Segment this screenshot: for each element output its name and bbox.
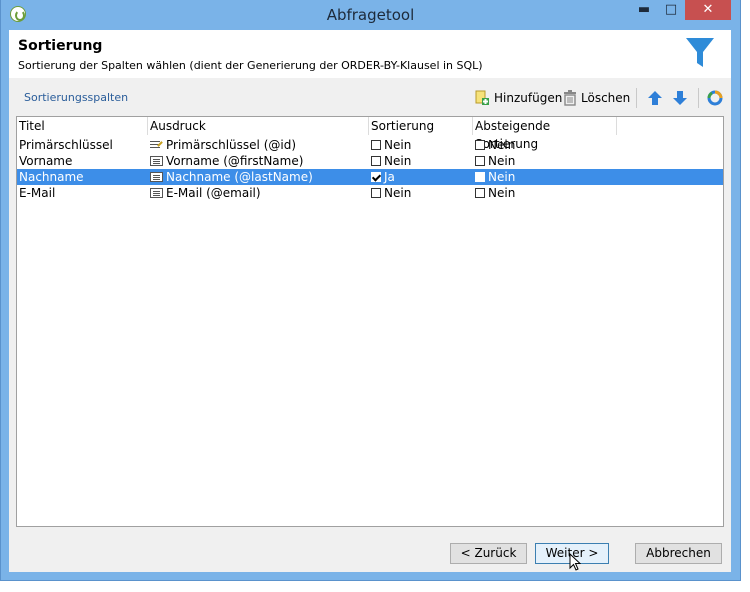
section-label: Sortierungsspalten: [24, 91, 129, 104]
add-button[interactable]: Hinzufügen: [474, 87, 562, 109]
sort-checkbox[interactable]: [371, 156, 381, 166]
close-button[interactable]: ✕: [685, 0, 731, 20]
dialog-content: Sortierung Sortierung der Spalten wählen…: [9, 30, 731, 572]
column-header-title[interactable]: Titel: [17, 117, 148, 135]
add-icon: [475, 90, 489, 105]
descending-value: Nein: [488, 170, 516, 184]
descending-checkbox[interactable]: [475, 140, 485, 150]
move-up-button[interactable]: [646, 87, 664, 109]
descending-checkbox[interactable]: [475, 188, 485, 198]
trash-icon: [564, 90, 576, 106]
column-header-descending[interactable]: Absteigende Sortierung: [473, 117, 617, 151]
row-title: Primärschlüssel: [19, 138, 113, 152]
sort-checkbox[interactable]: [371, 188, 381, 198]
row-title: E-Mail: [19, 186, 56, 200]
configure-icon: [707, 90, 723, 106]
delete-button[interactable]: Löschen: [563, 87, 630, 109]
sort-value: Nein: [384, 186, 412, 200]
row-expression: E-Mail (@email): [166, 186, 261, 200]
table-row[interactable]: Vorname Vorname (@firstName) Nein Nein: [17, 153, 723, 169]
title-bar[interactable]: Abfragetool ▬ □ ✕: [1, 0, 740, 30]
table-row[interactable]: Nachname Nachname (@lastName) Ja Nein: [17, 169, 723, 185]
add-label: Hinzufügen: [494, 91, 563, 105]
field-icon: [150, 156, 163, 166]
configure-button[interactable]: [706, 87, 724, 109]
primary-key-icon: [150, 140, 163, 151]
row-title: Nachname: [19, 170, 84, 184]
sort-value: Nein: [384, 138, 412, 152]
move-down-button[interactable]: [671, 87, 689, 109]
descending-value: Nein: [488, 154, 516, 168]
sort-value: Ja: [384, 170, 395, 184]
arrow-down-icon: [673, 91, 687, 105]
row-expression: Vorname (@firstName): [166, 154, 304, 168]
column-header-expression[interactable]: Ausdruck: [148, 117, 369, 135]
descending-checkbox[interactable]: [475, 172, 485, 182]
mouse-cursor-icon: [569, 553, 581, 571]
dialog-window: Abfragetool ▬ □ ✕ Sortierung Sortierung …: [1, 0, 740, 580]
funnel-icon: [686, 38, 714, 67]
column-header-sort[interactable]: Sortierung: [369, 117, 473, 135]
sort-value: Nein: [384, 154, 412, 168]
sort-checkbox[interactable]: [371, 172, 381, 182]
descending-value: Nein: [488, 186, 516, 200]
toolbar-separator: [698, 88, 699, 108]
window-title: Abfragetool: [326, 6, 415, 24]
cancel-button[interactable]: Abbrechen: [635, 543, 722, 564]
field-icon: [150, 172, 163, 182]
table-row[interactable]: E-Mail E-Mail (@email) Nein Nein: [17, 185, 723, 201]
page-title: Sortierung: [18, 38, 103, 54]
sort-columns-grid[interactable]: Titel Ausdruck Sortierung Absteigende So…: [16, 116, 724, 527]
minimize-button[interactable]: ▬: [631, 0, 657, 20]
sort-checkbox[interactable]: [371, 140, 381, 150]
table-row[interactable]: Primärschlüssel Primärschlüssel (@id) Ne…: [17, 137, 723, 153]
page-subtitle: Sortierung der Spalten wählen (dient der…: [18, 59, 483, 72]
sort-columns-toolbar: Sortierungsspalten Hinzufügen Löschen: [16, 84, 724, 112]
delete-label: Löschen: [581, 91, 631, 105]
maximize-button[interactable]: □: [658, 0, 684, 20]
row-title: Vorname: [19, 154, 73, 168]
toolbar-separator: [636, 88, 637, 108]
descending-value: Nein: [488, 138, 516, 152]
back-button[interactable]: < Zurück: [450, 543, 527, 564]
arrow-up-icon: [648, 91, 662, 105]
wizard-header: Sortierung Sortierung der Spalten wählen…: [9, 30, 731, 78]
row-expression: Nachname (@lastName): [166, 170, 313, 184]
descending-checkbox[interactable]: [475, 156, 485, 166]
field-icon: [150, 188, 163, 198]
row-expression: Primärschlüssel (@id): [166, 138, 297, 152]
